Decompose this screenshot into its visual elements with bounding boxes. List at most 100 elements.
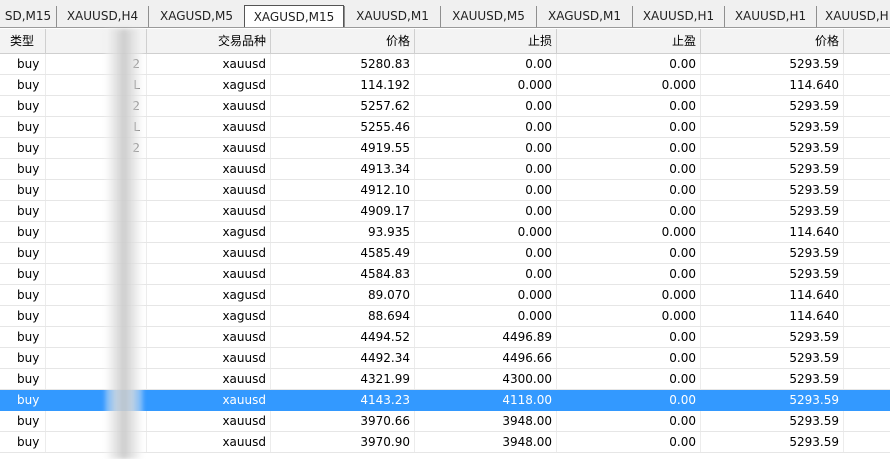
tab-label: XAUUSD,H1 — [642, 9, 715, 23]
table-row[interactable]: buy Lxagusd 114.192 0.000 0.000 114.640 — [0, 75, 890, 96]
column-header-type[interactable]: 类型 — [0, 29, 46, 53]
row-filler — [844, 348, 890, 368]
open-price-cell: 4913.34 — [271, 159, 415, 179]
take-profit-cell: 0.00 — [557, 96, 701, 116]
table-row[interactable]: buy xauusd 3970.66 3948.00 0.00 5293.59 — [0, 411, 890, 432]
order-id-cell — [46, 264, 147, 284]
take-profit-cell: 0.00 — [557, 54, 701, 74]
order-id-cell: 2 — [46, 138, 147, 158]
order-id-cell — [46, 327, 147, 347]
tab-label: XAUUSD,M1 — [356, 9, 429, 23]
stop-loss-cell: 0.00 — [415, 96, 557, 116]
stop-loss-cell: 0.00 — [415, 264, 557, 284]
symbol-cell: xauusd — [147, 243, 271, 263]
row-filler — [844, 201, 890, 221]
row-filler — [844, 264, 890, 284]
column-header-current-price[interactable]: 价格 — [701, 29, 844, 53]
table-row[interactable]: buy xauusd 4585.49 0.00 0.00 5293.59 — [0, 243, 890, 264]
table-row[interactable]: buy 2 xauusd 5257.62 0.00 0.00 5293.59 — [0, 96, 890, 117]
stop-loss-cell: 0.00 — [415, 54, 557, 74]
column-header-label: 类型 — [10, 34, 35, 48]
table-row[interactable]: buy xauusd 4913.34 0.00 0.00 5293.59 — [0, 159, 890, 180]
column-header-stop-loss[interactable]: 止损 — [415, 29, 557, 53]
current-price-cell: 5293.59 — [701, 180, 844, 200]
open-price-cell: 89.070 — [271, 285, 415, 305]
positions-table: buy 2 xauusd 5280.83 0.00 0.00 5293.59 buy Lxagu… — [0, 54, 890, 453]
row-filler — [844, 54, 890, 74]
stop-loss-cell: 0.00 — [415, 159, 557, 179]
take-profit-cell: 0.00 — [557, 369, 701, 389]
current-price-cell: 5293.59 — [701, 54, 844, 74]
take-profit-cell: 0.00 — [557, 264, 701, 284]
symbol-cell: xauusd — [147, 348, 271, 368]
tab-xauusd-h1-2[interactable]: XAUUSD,H1 — [724, 6, 816, 27]
table-row[interactable]: buy 2 xauusd 5280.83 0.00 0.00 5293.59 — [0, 54, 890, 75]
table-row[interactable]: buy xagusd 89.070 0.000 0.000 114.640 — [0, 285, 890, 306]
tab-sd-m15[interactable]: SD,M15 — [0, 6, 56, 27]
take-profit-cell: 0.00 — [557, 201, 701, 221]
tab-xagusd-m5[interactable]: XAGUSD,M5 — [148, 6, 244, 27]
table-row[interactable]: buy xauusd 3970.90 3948.00 0.00 5293.59 — [0, 432, 890, 453]
table-row[interactable]: buy xagusd 88.694 0.000 0.000 114.640 — [0, 306, 890, 327]
take-profit-cell: 0.00 — [557, 243, 701, 263]
order-type-cell: buy — [0, 285, 46, 305]
symbol-cell: xagusd — [147, 222, 271, 242]
order-id-cell: L — [46, 117, 147, 137]
tab-xauusd-h[interactable]: XAUUSD,H — [816, 6, 890, 27]
order-id-cell — [46, 285, 147, 305]
order-id-cell — [46, 180, 147, 200]
column-header-id[interactable] — [46, 29, 147, 53]
take-profit-cell: 0.000 — [557, 222, 701, 242]
order-id-cell — [46, 159, 147, 179]
take-profit-cell: 0.000 — [557, 306, 701, 326]
table-row[interactable]: buy Lxauusd 5255.46 0.00 0.00 5293.59 — [0, 117, 890, 138]
current-price-cell: 5293.59 — [701, 390, 844, 410]
table-row[interactable]: buy xauusd 4584.83 0.00 0.00 5293.59 — [0, 264, 890, 285]
column-header-label: 交易品种 — [217, 34, 266, 48]
table-row[interactable]: buy xauusd 4492.34 4496.66 0.00 5293.59 — [0, 348, 890, 369]
symbol-cell: xauusd — [147, 138, 271, 158]
open-price-cell: 3970.90 — [271, 432, 415, 452]
open-price-cell: 88.694 — [271, 306, 415, 326]
current-price-cell: 5293.59 — [701, 96, 844, 116]
table-row[interactable]: buy xauusd 4494.52 4496.89 0.00 5293.59 — [0, 327, 890, 348]
table-row[interactable]: buy xauusd 4143.23 4118.00 0.00 5293.59 — [0, 390, 890, 411]
column-header-take-profit[interactable]: 止盈 — [557, 29, 701, 53]
row-filler — [844, 285, 890, 305]
current-price-cell: 114.640 — [701, 222, 844, 242]
table-row[interactable]: buy xagusd 93.935 0.000 0.000 114.640 — [0, 222, 890, 243]
open-price-cell: 4912.10 — [271, 180, 415, 200]
stop-loss-cell: 0.000 — [415, 306, 557, 326]
order-type-cell: buy — [0, 369, 46, 389]
table-row[interactable]: buy xauusd 4909.17 0.00 0.00 5293.59 — [0, 201, 890, 222]
stop-loss-cell: 3948.00 — [415, 411, 557, 431]
stop-loss-cell: 0.000 — [415, 222, 557, 242]
table-row[interactable]: buy xauusd 4321.99 4300.00 0.00 5293.59 — [0, 369, 890, 390]
tab-xauusd-h1[interactable]: XAUUSD,H1 — [632, 6, 724, 27]
symbol-cell: xauusd — [147, 264, 271, 284]
open-price-cell: 4919.55 — [271, 138, 415, 158]
tab-xauusd-h4[interactable]: XAUUSD,H4 — [56, 6, 148, 27]
table-row[interactable]: buy xauusd 4912.10 0.00 0.00 5293.59 — [0, 180, 890, 201]
tab-label: XAGUSD,M15 — [253, 10, 335, 24]
column-header-price[interactable]: 价格 — [271, 29, 415, 53]
symbol-cell: xauusd — [147, 96, 271, 116]
symbol-cell: xauusd — [147, 411, 271, 431]
order-type-cell: buy — [0, 117, 46, 137]
tab-xauusd-m1[interactable]: XAUUSD,M1 — [344, 6, 440, 27]
column-header-symbol[interactable]: 交易品种 — [147, 29, 271, 53]
order-id-cell — [46, 306, 147, 326]
table-row[interactable]: buy 2 xauusd 4919.55 0.00 0.00 5293.59 — [0, 138, 890, 159]
order-type-cell: buy — [0, 348, 46, 368]
tab-xagusd-m1[interactable]: XAGUSD,M1 — [536, 6, 632, 27]
tab-xauusd-m5[interactable]: XAUUSD,M5 — [440, 6, 536, 27]
take-profit-cell: 0.00 — [557, 432, 701, 452]
open-price-cell: 114.192 — [271, 75, 415, 95]
row-filler — [844, 180, 890, 200]
open-price-cell: 5280.83 — [271, 54, 415, 74]
row-filler — [844, 243, 890, 263]
current-price-cell: 114.640 — [701, 306, 844, 326]
tab-xagusd-m15[interactable]: XAGUSD,M15 — [244, 5, 344, 27]
order-id-cell: 2 — [46, 96, 147, 116]
symbol-cell: xagusd — [147, 75, 271, 95]
